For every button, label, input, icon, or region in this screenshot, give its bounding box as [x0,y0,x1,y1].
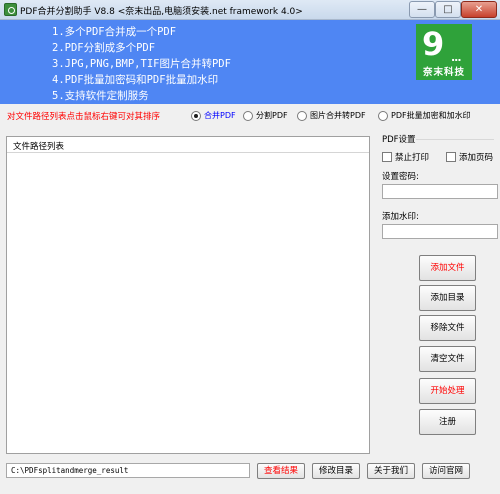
company-logo: 9 ... 奈末科技 [416,24,472,80]
password-label: 设置密码: [382,172,419,182]
radio-icon[interactable] [243,110,253,121]
title-bar: PDF合并分割助手 V8.8 <奈末出品,电脑须安装.net framework… [0,0,500,20]
change-dir-button[interactable]: 修改目录 [312,463,360,479]
add-file-button[interactable]: 添加文件 [419,255,476,281]
maximize-button[interactable]: □ [435,1,461,18]
remove-file-button[interactable]: 移除文件 [419,315,476,341]
close-button[interactable]: ✕ [461,1,497,18]
file-path-list[interactable]: 文件路径列表 [6,136,370,454]
checkbox-icon[interactable] [382,152,392,162]
radio-icon[interactable] [297,110,307,121]
watermark-label: 添加水印: [382,212,419,222]
visit-site-button[interactable]: 访问官网 [422,463,470,479]
output-path-field[interactable]: C:\PDFsplitandmerge_result [6,463,250,478]
app-icon [4,3,17,16]
minimize-button[interactable]: — [409,1,435,18]
feature-item: 1.多个PDF合并成一个PDF [52,26,177,38]
mode-radio-images[interactable]: 图片合并转PDF [297,110,366,122]
pdf-settings-title: PDF设置 [382,135,416,145]
about-button[interactable]: 关于我们 [367,463,415,479]
no-print-checkbox[interactable]: 禁止打印 [382,151,429,163]
column-header-path: 文件路径列表 [13,142,65,152]
radio-icon[interactable] [378,110,388,121]
feature-item: 5.支持软件定制服务 [52,90,149,102]
register-button[interactable]: 注册 [419,409,476,435]
feature-item: 4.PDF批量加密码和PDF批量加水印 [52,74,219,86]
no-print-label: 禁止打印 [395,153,430,163]
logo-dots: ... [451,51,462,64]
mode-radio-split[interactable]: 分割PDF [243,110,288,122]
mode-radio-encrypt[interactable]: PDF批量加密和加水印 [378,110,471,122]
logo-mark: 9 [422,25,445,63]
mode-label: 分割PDF [256,111,288,120]
watermark-input[interactable] [382,224,498,239]
page-number-label: 添加页码 [459,153,494,163]
logo-text: 奈末科技 [422,67,465,78]
sort-hint: 对文件路径列表点击鼠标右键可对其排序 [7,112,161,122]
mode-radio-merge[interactable]: 合并PDF [191,110,236,122]
mode-label: PDF批量加密和加水印 [391,111,471,120]
feature-item: 2.PDF分割成多个PDF [52,42,156,54]
page-number-checkbox[interactable]: 添加页码 [446,151,493,163]
clear-files-button[interactable]: 清空文件 [419,346,476,372]
file-list-header[interactable]: 文件路径列表 [7,137,369,153]
mode-label: 图片合并转PDF [310,111,366,120]
radio-icon[interactable] [191,110,201,121]
add-folder-button[interactable]: 添加目录 [419,285,476,311]
start-button[interactable]: 开始处理 [419,378,476,404]
mode-label: 合并PDF [204,111,236,120]
checkbox-icon[interactable] [446,152,456,162]
password-input[interactable] [382,184,498,199]
feature-item: 3.JPG,PNG,BMP,TIF图片合并转PDF [52,58,231,70]
view-result-button[interactable]: 查看结果 [257,463,305,479]
group-divider [416,139,494,140]
window-title: PDF合并分割助手 V8.8 <奈末出品,电脑须安装.net framework… [20,7,303,17]
